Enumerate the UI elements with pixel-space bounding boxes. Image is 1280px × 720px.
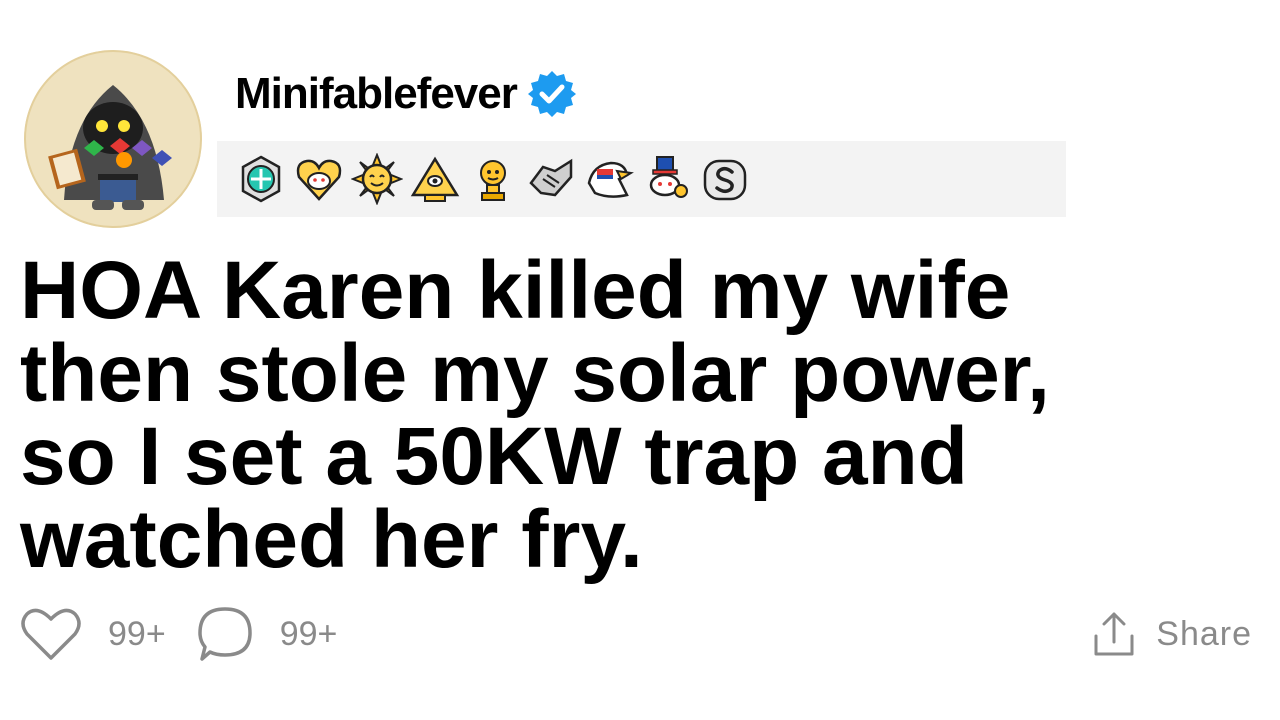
snoo-top-hat-icon[interactable] xyxy=(641,153,693,205)
post-actions: 99+ 99+ Share xyxy=(20,602,1256,666)
verified-badge-icon xyxy=(527,71,576,117)
awards-bar xyxy=(217,141,1066,217)
heart-icon xyxy=(21,608,81,660)
comment-count: 99+ xyxy=(279,614,338,653)
avatar[interactable] xyxy=(24,50,202,228)
eagle-icon[interactable] xyxy=(583,153,635,205)
hexagon-badge-icon[interactable] xyxy=(235,153,287,205)
share-button[interactable]: Share xyxy=(1092,602,1252,666)
silver-s-icon[interactable] xyxy=(699,153,751,205)
sun-face-icon[interactable] xyxy=(351,153,403,205)
share-icon xyxy=(1094,612,1134,656)
gold-trophy-icon[interactable] xyxy=(467,153,519,205)
like-count: 99+ xyxy=(108,614,166,653)
share-label: Share xyxy=(1156,614,1252,653)
post-title-line: then stole my solar power, xyxy=(20,328,1050,419)
snoo-heart-icon[interactable] xyxy=(293,153,345,205)
handshake-icon[interactable] xyxy=(525,153,577,205)
post-title[interactable]: HOA Karen killed my wife then stole my s… xyxy=(20,249,1260,581)
post-title-line: watched her fry. xyxy=(20,494,643,585)
like-button[interactable]: 99+ xyxy=(20,606,166,662)
comment-icon xyxy=(197,607,252,661)
username[interactable]: Minifablefever xyxy=(235,69,518,119)
post-title-line: so I set a 50KW trap and xyxy=(20,411,968,502)
username-row: Minifablefever xyxy=(235,64,577,124)
pyramid-eye-icon[interactable] xyxy=(409,153,461,205)
post-title-line: HOA Karen killed my wife xyxy=(20,245,1011,336)
comment-button[interactable]: 99+ xyxy=(196,605,338,663)
